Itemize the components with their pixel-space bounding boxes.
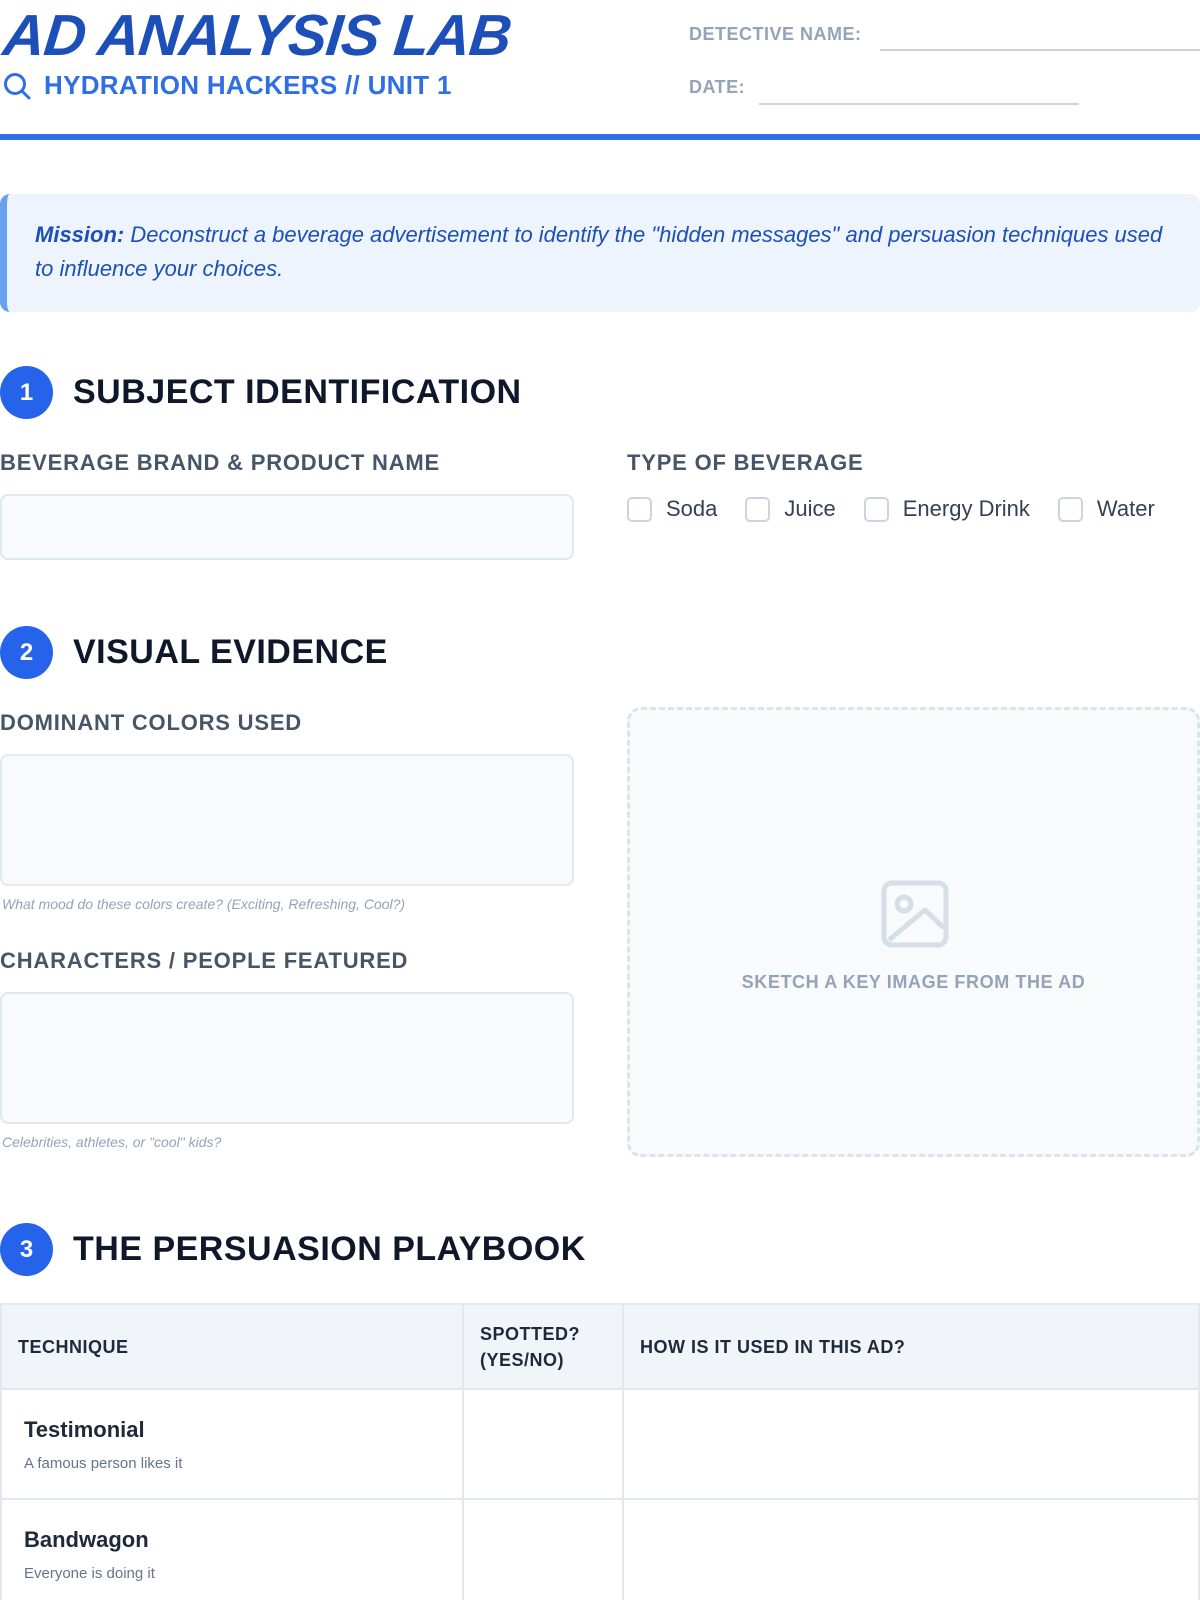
page-header: AD ANALYSIS LAB HYDRATION HACKERS // UNI… (0, 0, 1200, 140)
section-1-number: 1 (0, 366, 53, 419)
image-icon (881, 880, 949, 948)
section-2-title: VISUAL EVIDENCE (73, 633, 388, 671)
option-energy-drink[interactable]: Energy Drink (863, 496, 1030, 522)
search-icon (4, 72, 31, 99)
persuasion-table: TECHNIQUE SPOTTED? (YES/NO) HOW IS IT US… (0, 1303, 1200, 1600)
table-row: Testimonial A famous person likes it (0, 1388, 1200, 1500)
juice-label: Juice (784, 496, 836, 521)
beverage-type-label: TYPE OF BEVERAGE (627, 450, 864, 475)
spotted-cell[interactable] (462, 1498, 624, 1600)
soda-label: Soda (666, 496, 718, 521)
section-3-header: 3 THE PERSUASION PLAYBOOK (0, 1223, 586, 1276)
brand-input[interactable] (0, 494, 574, 560)
column-header-spotted: SPOTTED? (YES/NO) (462, 1303, 624, 1390)
table-header-row: TECHNIQUE SPOTTED? (YES/NO) HOW IS IT US… (0, 1303, 1200, 1390)
water-label: Water (1096, 496, 1155, 521)
technique-description: Everyone is doing it (24, 1564, 155, 1582)
colors-label: DOMINANT COLORS USED (0, 710, 302, 735)
beverage-type-options: Soda Juice Energy Drink Water (627, 496, 1155, 522)
section-2-number: 2 (0, 626, 53, 679)
soda-checkbox[interactable] (627, 496, 652, 522)
column-header-how-used: HOW IS IT USED IN THIS AD? (622, 1303, 1200, 1390)
mission-callout: Mission: Deconstruct a beverage advertis… (0, 194, 1200, 312)
date-label: DATE: (689, 77, 746, 97)
section-3-title: THE PERSUASION PLAYBOOK (73, 1230, 586, 1268)
detective-name-field[interactable] (880, 49, 1200, 51)
option-soda[interactable]: Soda (627, 496, 717, 522)
page-title: AD ANALYSIS LAB (0, 3, 514, 68)
technique-description: A famous person likes it (24, 1454, 183, 1472)
date-field[interactable] (759, 103, 1079, 105)
section-3-number: 3 (0, 1223, 53, 1276)
subtitle-row: HYDRATION HACKERS // UNIT 1 (2, 70, 452, 101)
how-used-cell[interactable] (622, 1388, 1200, 1500)
technique-cell: Bandwagon Everyone is doing it (0, 1498, 464, 1600)
section-1-header: 1 SUBJECT IDENTIFICATION (0, 366, 522, 419)
juice-checkbox[interactable] (745, 496, 771, 522)
brand-label: BEVERAGE BRAND & PRODUCT NAME (0, 450, 440, 475)
sketch-area[interactable]: SKETCH A KEY IMAGE FROM THE AD (627, 707, 1200, 1157)
water-checkbox[interactable] (1057, 496, 1083, 522)
option-water[interactable]: Water (1057, 496, 1155, 522)
colors-hint: What mood do these colors create? (Excit… (2, 896, 406, 912)
characters-input[interactable] (0, 992, 574, 1124)
option-juice[interactable]: Juice (745, 496, 836, 522)
how-used-cell[interactable] (622, 1498, 1200, 1600)
technique-name: Testimonial (24, 1416, 145, 1442)
colors-input[interactable] (0, 754, 574, 886)
characters-label: CHARACTERS / PEOPLE FEATURED (0, 948, 409, 973)
detective-name-label: DETECTIVE NAME: (689, 24, 862, 44)
section-2-header: 2 VISUAL EVIDENCE (0, 626, 388, 679)
mission-lead: Mission: (35, 222, 125, 247)
technique-name: Bandwagon (24, 1526, 149, 1552)
unit-subtitle: HYDRATION HACKERS // UNIT 1 (44, 70, 452, 100)
technique-cell: Testimonial A famous person likes it (0, 1388, 464, 1500)
table-row: Bandwagon Everyone is doing it (0, 1498, 1200, 1600)
characters-hint: Celebrities, athletes, or "cool" kids? (2, 1134, 222, 1150)
section-1-title: SUBJECT IDENTIFICATION (73, 373, 522, 411)
spotted-cell[interactable] (462, 1388, 624, 1500)
energy-drink-label: Energy Drink (902, 496, 1030, 521)
column-header-technique: TECHNIQUE (0, 1303, 464, 1390)
energy-drink-checkbox[interactable] (863, 496, 889, 522)
mission-text: Deconstruct a beverage advertisement to … (35, 222, 1163, 281)
sketch-label: SKETCH A KEY IMAGE FROM THE AD (741, 972, 1086, 992)
